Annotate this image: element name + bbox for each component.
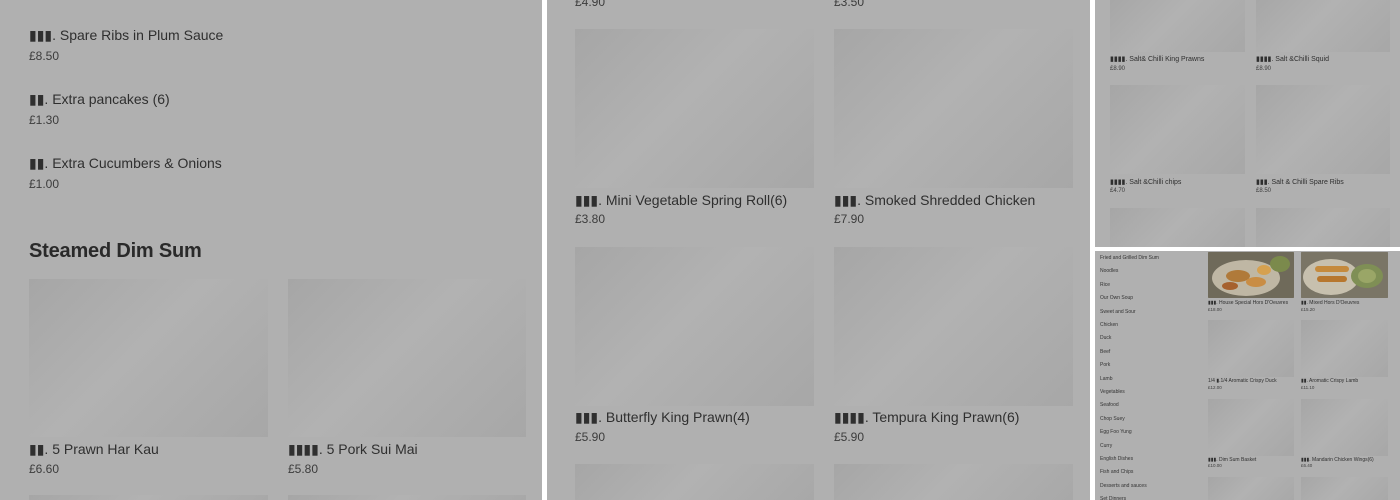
item-image-placeholder[interactable] <box>1301 477 1388 500</box>
item-image-placeholder[interactable] <box>834 29 1073 188</box>
menu-item-name[interactable]: ▮▮▮. Mini Vegetable Spring Roll(6) <box>575 192 787 209</box>
menu-item-price: £18.00 <box>1208 307 1222 312</box>
item-image-placeholder[interactable] <box>1256 208 1390 247</box>
category-link[interactable]: Curry <box>1100 443 1112 449</box>
category-link[interactable]: Fish and Chips <box>1100 469 1133 475</box>
menu-item-price: £1.30 <box>29 113 60 127</box>
item-image-placeholder[interactable] <box>1110 0 1245 52</box>
category-link[interactable]: Chicken <box>1100 322 1118 328</box>
menu-item-price: £8.90 <box>1110 66 1126 72</box>
item-image-placeholder[interactable] <box>1256 0 1390 52</box>
menu-item-price: £10.00 <box>1208 463 1222 468</box>
section-title: Steamed Dim Sum <box>29 240 202 262</box>
food-photo-illustration <box>1301 252 1388 298</box>
category-link[interactable]: Vegetables <box>1100 389 1125 395</box>
menu-item-price: £5.80 <box>288 462 319 476</box>
category-link[interactable]: Our Own Soup <box>1100 295 1133 301</box>
menu-item-name[interactable]: ▮▮▮▮. 5 Pork Sui Mai <box>288 441 418 458</box>
category-link[interactable]: Desserts and sauces <box>1100 483 1147 489</box>
food-photo[interactable] <box>1208 252 1294 298</box>
menu-item-price: £3.80 <box>575 212 606 226</box>
menu-item-name[interactable]: ▮▮▮. Spare Ribs in Plum Sauce <box>29 27 223 44</box>
food-photo[interactable] <box>1301 252 1388 298</box>
menu-item-name[interactable]: ▮▮▮. Salt & Chilli Spare Ribs <box>1256 178 1344 186</box>
menu-panel-middle: £4.90 £3.50 ▮▮▮. Mini Vegetable Spring R… <box>547 0 1090 500</box>
menu-item-name[interactable]: ▮▮. Aromatic Crispy Lamb <box>1301 378 1358 384</box>
menu-item-price: £8.90 <box>1256 66 1272 72</box>
item-image-placeholder[interactable] <box>288 279 526 437</box>
category-link[interactable]: Duck <box>1100 335 1111 341</box>
item-image-placeholder[interactable] <box>575 29 814 188</box>
item-image-placeholder[interactable] <box>834 464 1073 500</box>
menu-item-name[interactable]: ▮▮. Mixed Hors D'Oeuvres <box>1301 300 1359 306</box>
menu-item-price: £7.90 <box>834 212 865 226</box>
item-image-placeholder[interactable] <box>1256 85 1390 174</box>
menu-panel-bottom-right: Fried and Grilled Dim Sum Noodles Rice Our … <box>1095 251 1400 500</box>
menu-item-price: £11.10 <box>1301 385 1315 390</box>
category-link[interactable]: Fried and Grilled Dim Sum <box>1100 255 1159 261</box>
menu-item-price: £6.40 <box>1301 463 1313 468</box>
item-image-placeholder[interactable] <box>575 464 814 500</box>
item-image-placeholder[interactable] <box>834 247 1073 406</box>
menu-item-name[interactable]: ▮▮. 5 Prawn Har Kau <box>29 441 159 458</box>
category-link[interactable]: Chop Suey <box>1100 416 1125 422</box>
item-image-placeholder[interactable] <box>1208 399 1294 456</box>
category-link[interactable]: Lamb <box>1100 376 1113 382</box>
menu-item-name[interactable]: 1/4 ▮.1/4 Aromatic Crispy Duck <box>1208 378 1277 384</box>
item-image-placeholder[interactable] <box>1208 477 1294 500</box>
item-image-placeholder[interactable] <box>1301 399 1388 456</box>
menu-item-price: £5.90 <box>834 430 865 444</box>
menu-panel-top-right: ▮▮▮▮. Salt& Chilli King Prawns £8.90 ▮▮▮… <box>1095 0 1400 247</box>
item-image-placeholder[interactable] <box>575 247 814 406</box>
menu-item-name[interactable]: ▮▮▮. House Special Hors D'Oeuvres <box>1208 300 1288 306</box>
category-link[interactable]: Sweet and Sour <box>1100 309 1136 315</box>
item-image-placeholder[interactable] <box>29 495 268 500</box>
menu-item-name[interactable]: ▮▮. Extra Cucumbers & Onions <box>29 155 222 172</box>
menu-item-price: £8.50 <box>1256 188 1272 194</box>
menu-item-price: £3.50 <box>834 0 865 9</box>
category-link[interactable]: Egg Foo Yung <box>1100 429 1132 435</box>
category-link[interactable]: Beef <box>1100 349 1110 355</box>
menu-item-name[interactable]: ▮▮▮▮. Tempura King Prawn(6) <box>834 409 1019 426</box>
menu-item-name[interactable]: ▮▮. Extra pancakes (6) <box>29 91 170 108</box>
menu-item-price: £6.60 <box>29 462 60 476</box>
food-photo-illustration <box>1208 252 1294 298</box>
category-link[interactable]: Pork <box>1100 362 1110 368</box>
menu-item-name[interactable]: ▮▮▮▮. Salt &Chilli chips <box>1110 178 1181 186</box>
category-link[interactable]: Noodles <box>1100 268 1118 274</box>
menu-item-name[interactable]: ▮▮▮▮. Salt &Chilli Squid <box>1256 55 1329 63</box>
menu-item-price: £4.70 <box>1110 188 1126 194</box>
category-link[interactable]: English Dishes <box>1100 456 1133 462</box>
item-image-placeholder[interactable] <box>29 279 268 437</box>
menu-item-price: £12.00 <box>1208 385 1222 390</box>
item-image-placeholder[interactable] <box>288 495 526 500</box>
item-image-placeholder[interactable] <box>1110 208 1245 247</box>
menu-item-price: £1.00 <box>29 177 60 191</box>
category-link[interactable]: Seafood <box>1100 402 1119 408</box>
item-image-placeholder[interactable] <box>1208 320 1294 377</box>
menu-item-name[interactable]: ▮▮▮▮. Salt& Chilli King Prawns <box>1110 55 1204 63</box>
item-image-placeholder[interactable] <box>1110 85 1245 174</box>
menu-panel-left: ▮▮▮. Spare Ribs in Plum Sauce £8.50 ▮▮. … <box>0 0 542 500</box>
menu-item-price: £15.20 <box>1301 307 1315 312</box>
menu-item-name[interactable]: ▮▮▮. Butterfly King Prawn(4) <box>575 409 750 426</box>
category-link[interactable]: Set Dinners <box>1100 496 1126 500</box>
menu-item-price: £4.90 <box>575 0 606 9</box>
menu-item-price: £5.90 <box>575 430 606 444</box>
item-image-placeholder[interactable] <box>1301 320 1388 377</box>
menu-item-price: £8.50 <box>29 49 60 63</box>
category-link[interactable]: Rice <box>1100 282 1110 288</box>
menu-item-name[interactable]: ▮▮▮. Smoked Shredded Chicken <box>834 192 1035 209</box>
